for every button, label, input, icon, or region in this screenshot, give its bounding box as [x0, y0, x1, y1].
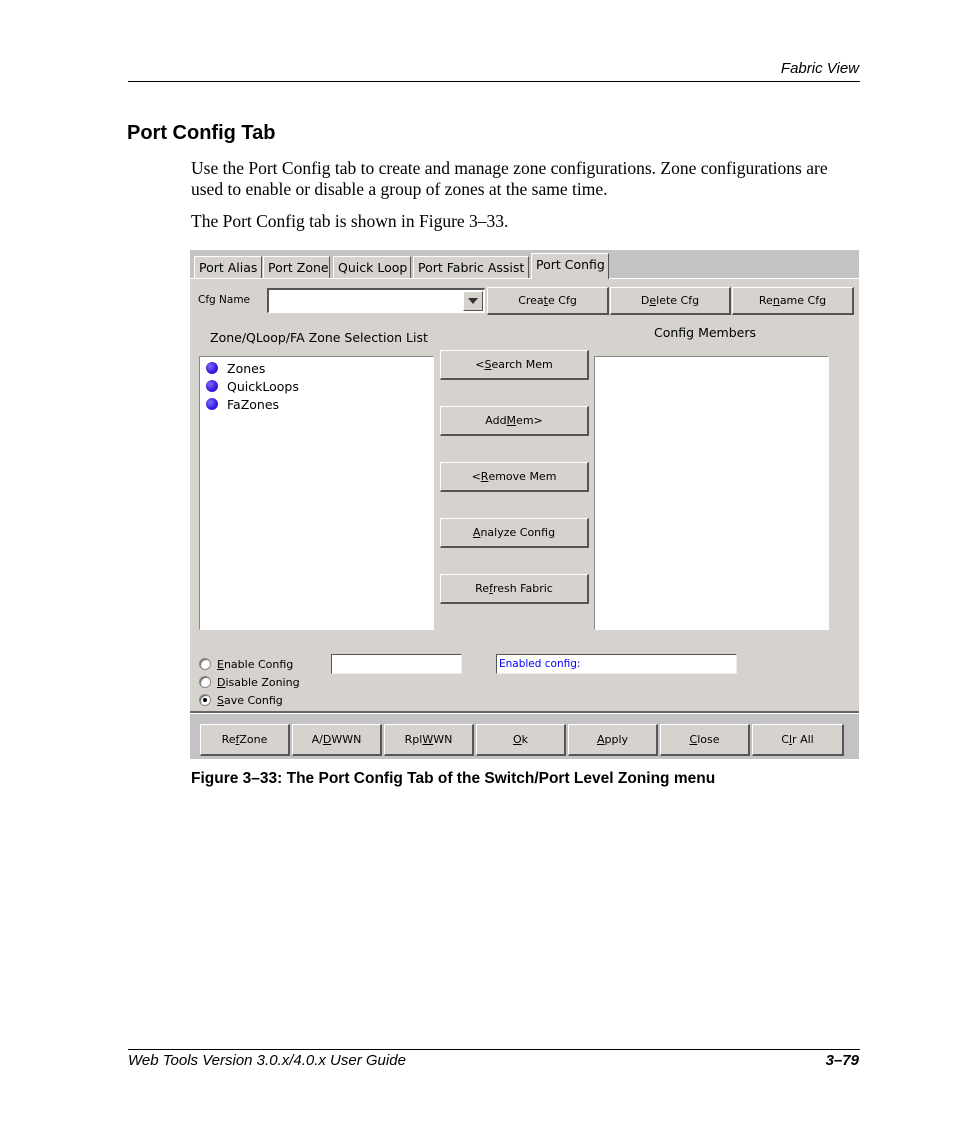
disable-zoning-radio[interactable]: Disable Zoning — [199, 674, 300, 690]
label-part: Zone — [239, 733, 268, 746]
label-part: < — [475, 358, 485, 371]
mnemonic: M — [506, 414, 517, 427]
mnemonic: A — [596, 733, 605, 746]
label-part: earch Mem — [491, 358, 553, 371]
list-item[interactable]: FaZones — [206, 395, 279, 413]
mnemonic: A — [472, 526, 481, 539]
ok-button[interactable]: Ok — [476, 724, 566, 756]
analyze-config-button[interactable]: Analyze Config — [440, 518, 589, 548]
label-part: resh Fabric — [492, 582, 553, 595]
mnemonic: e — [649, 294, 657, 307]
ref-zone-button[interactable]: Re f Zone — [200, 724, 290, 756]
delete-cfg-button[interactable]: De lete Cfg — [610, 287, 731, 315]
blue-dot-icon — [206, 380, 218, 392]
enabled-config-status-field: Enabled config: — [496, 654, 737, 674]
ad-wwn-button[interactable]: A/D WWN — [292, 724, 382, 756]
cfg-name-combobox[interactable] — [267, 288, 485, 313]
figure-caption: Figure 3–33: The Port Config Tab of the … — [191, 770, 716, 787]
label-part: Add — [485, 414, 507, 427]
label-part: Re — [475, 582, 490, 595]
mnemonic: W — [422, 733, 434, 746]
radio-button-icon[interactable] — [199, 658, 211, 670]
tab-port-alias[interactable]: Port Alias — [194, 256, 262, 278]
label-part: lose — [697, 733, 720, 746]
radio-label: nable Config — [223, 657, 294, 671]
zone-selection-list[interactable]: Zones QuickLoops FaZones — [199, 356, 434, 630]
label-part: e Cfg — [548, 294, 577, 307]
close-button[interactable]: Close — [660, 724, 750, 756]
clr-all-button[interactable]: Clr All — [752, 724, 844, 756]
label-part: C — [781, 733, 789, 746]
blue-dot-icon — [206, 398, 218, 410]
search-mem-button[interactable]: < Search Mem — [440, 350, 589, 380]
cfg-name-label: Cfg Name — [198, 294, 251, 306]
list-item-label: QuickLoops — [227, 378, 299, 394]
tab-quick-loop[interactable]: Quick Loop — [333, 256, 411, 278]
footer-title: Web Tools Version 3.0.x/4.0.x User Guide — [128, 1052, 406, 1069]
mnemonic: D — [322, 733, 332, 746]
mnemonic: D — [217, 675, 226, 689]
tab-strip: Port Alias Port Zone Quick Loop Port Fab… — [190, 250, 859, 279]
mnemonic: n — [772, 294, 780, 307]
tab-port-fabric-assist[interactable]: Port Fabric Assist — [413, 256, 529, 278]
chevron-down-icon[interactable] — [463, 291, 483, 311]
radio-label: isable Zoning — [225, 675, 300, 689]
intro-paragraph: Use the Port Config tab to create and ma… — [191, 158, 828, 199]
label-part: < — [471, 470, 481, 483]
enable-config-field[interactable] — [331, 654, 462, 674]
refresh-fabric-button[interactable]: Re f resh Fabric — [440, 574, 589, 604]
list-item[interactable]: QuickLoops — [206, 377, 299, 395]
list-item-label: Zones — [227, 360, 266, 376]
section-title: Port Config Tab — [127, 122, 276, 144]
label-part: k — [521, 733, 529, 746]
mnemonic: C — [689, 733, 698, 746]
label-part: Crea — [518, 294, 544, 307]
mnemonic: S — [484, 358, 492, 371]
config-members-list[interactable] — [594, 356, 829, 630]
label-part: WN — [433, 733, 453, 746]
label-part: WWN — [331, 733, 362, 746]
label-part: em> — [516, 414, 543, 427]
label-part: nalyze Config — [480, 526, 556, 539]
figure-reference-paragraph: The Port Config tab is shown in Figure 3… — [191, 211, 509, 231]
rename-cfg-button[interactable]: Re n ame Cfg — [732, 287, 854, 315]
selection-list-title: Zone/QLoop/FA Zone Selection List — [210, 330, 428, 345]
enable-config-radio[interactable]: Enable Config — [199, 656, 293, 672]
bottom-button-bar: Re f Zone A/D WWN Rpl W WN Ok Apply Close … — [190, 714, 859, 759]
page-number: 3–79 — [825, 1052, 859, 1069]
config-members-title: Config Members — [654, 325, 757, 340]
apply-button[interactable]: Apply — [568, 724, 658, 756]
label-part: Re — [758, 294, 773, 307]
radio-button-icon[interactable] — [199, 694, 211, 706]
mnemonic: O — [512, 733, 522, 746]
mnemonic: S — [217, 693, 224, 707]
label-part: D — [640, 294, 650, 307]
header-rule — [128, 81, 860, 82]
blue-dot-icon — [206, 362, 218, 374]
mnemonic: E — [217, 657, 224, 671]
label-part: lete Cfg — [656, 294, 700, 307]
mnemonic: R — [480, 470, 489, 483]
list-item[interactable]: Zones — [206, 359, 265, 377]
label-part: A/ — [311, 733, 323, 746]
label-part: r All — [792, 733, 814, 746]
tab-port-config[interactable]: Port Config — [531, 253, 609, 279]
label-part: Re — [221, 733, 236, 746]
list-item-label: FaZones — [227, 396, 280, 412]
running-header: Fabric View — [780, 60, 859, 77]
label-part: pply — [604, 733, 629, 746]
add-mem-button[interactable]: Add Mem> — [440, 406, 589, 436]
radio-label: ave Config — [223, 693, 283, 707]
radio-button-icon[interactable] — [199, 676, 211, 688]
footer-rule — [128, 1049, 860, 1050]
rpl-wwn-button[interactable]: Rpl W WN — [384, 724, 474, 756]
remove-mem-button[interactable]: < Remove Mem — [440, 462, 589, 492]
port-config-screenshot: Port Alias Port Zone Quick Loop Port Fab… — [190, 250, 859, 759]
save-config-radio[interactable]: Save Config — [199, 692, 283, 708]
label-part: ame Cfg — [779, 294, 827, 307]
label-part: emove Mem — [488, 470, 557, 483]
create-cfg-button[interactable]: Crea t e Cfg — [487, 287, 609, 315]
tab-port-zone[interactable]: Port Zone — [263, 256, 330, 278]
label-part: Rpl — [404, 733, 423, 746]
